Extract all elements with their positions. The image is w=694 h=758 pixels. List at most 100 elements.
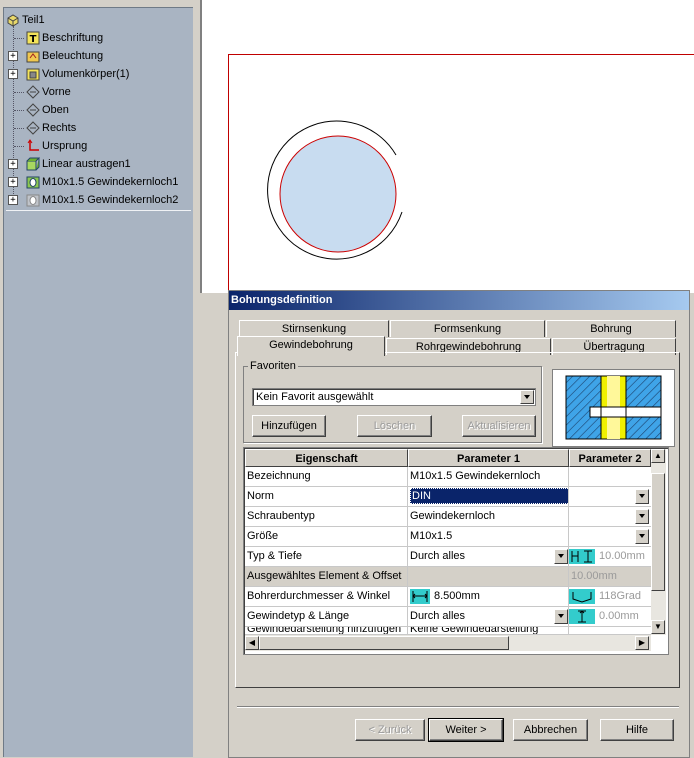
table-row[interactable]: Schraubentyp Gewindekernloch [245,507,651,527]
scroll-thumb[interactable] [651,473,665,591]
next-button[interactable]: Weiter > [428,718,504,742]
back-button[interactable]: < Zurück [355,719,425,741]
property-name: Bezeichnung [245,467,408,486]
graphics-area[interactable] [200,0,694,295]
depth-icon [569,549,595,564]
solid-body-icon [26,68,40,81]
chevron-down-icon[interactable] [635,489,649,504]
param2-value [569,467,651,486]
scroll-left-icon[interactable]: ◀ [245,636,259,650]
scroll-down-icon[interactable]: ▼ [651,620,665,634]
chevron-down-icon[interactable] [635,509,649,524]
thread-type-select[interactable]: Durch alles [408,607,569,626]
scroll-thumb[interactable] [259,636,509,650]
extrude-icon [26,157,40,171]
expand-icon[interactable]: + [8,69,18,79]
table-row[interactable]: Gewindetyp & Länge Durch alles 0.00mm [245,607,651,627]
expand-icon[interactable]: + [8,177,18,187]
cancel-button[interactable]: Abbrechen [513,719,588,741]
tapped-hole-section-image [565,375,662,440]
help-button[interactable]: Hilfe [600,719,674,741]
param1-value[interactable]: M10x1.5 Gewindekernloch [408,467,569,486]
drill-angle-value[interactable]: 118Grad [597,587,651,606]
svg-text:T: T [30,34,37,45]
table-row[interactable]: Größe M10x1.5 [245,527,651,547]
table-row[interactable]: Bohrerdurchmesser & Winkel 8.500mm 118Gr… [245,587,651,607]
property-name: Gewindedarstellung hinzufügen [245,627,408,634]
tree-item-label: Vorne [42,86,71,98]
expand-icon[interactable]: + [8,159,18,169]
end-condition-select[interactable]: Durch alles [408,547,569,566]
chevron-down-icon[interactable] [635,529,649,544]
property-name: Gewindetyp & Länge [245,607,408,626]
plane-icon [26,121,40,135]
feature-manager-tree: Teil1 T Beschriftung + Beleuchtung + Vol… [3,7,193,757]
plane-icon [26,85,40,99]
drill-diameter-icon [410,589,430,604]
horizontal-scrollbar[interactable]: ◀ ▶ [245,635,651,651]
column-header-param2: Parameter 2 [569,449,651,467]
offset-value: 10.00mm [569,567,651,586]
hole-definition-dialog: Bohrungsdefinition Stirnsenkung Formsenk… [228,290,690,758]
chevron-down-icon[interactable] [554,549,568,564]
standard-select[interactable]: DIN [408,487,569,506]
tab-counterbore[interactable]: Stirnsenkung [239,320,389,337]
depth-value[interactable]: 10.00mm [597,547,651,566]
drill-angle-icon [569,589,595,604]
property-name: Typ & Tiefe [245,547,408,566]
table-row[interactable]: Ausgewähltes Element & Offset 10.00mm [245,567,651,587]
favorites-group-label: Favoriten [248,360,298,372]
property-name: Ausgewähltes Element & Offset [245,567,408,586]
tree-item-label: Beschriftung [42,32,104,44]
expand-icon[interactable]: + [8,51,18,61]
chevron-down-icon[interactable] [554,609,568,624]
lighting-icon [26,51,40,63]
expand-icon[interactable]: + [8,195,18,205]
scroll-up-icon[interactable]: ▲ [651,449,665,463]
table-row[interactable]: Norm DIN [245,487,651,507]
tree-item-label: M10x1.5 Gewindekernloch2 [42,194,179,206]
button-separator [237,706,679,708]
part-icon [7,14,19,27]
hole-icon [26,194,40,207]
tree-item-label: Beleuchtung [42,50,104,62]
tree-item-label: Oben [42,104,69,116]
column-header-property: Eigenschaft [245,449,408,467]
scroll-right-icon[interactable]: ▶ [635,636,649,650]
tree-item-label: Volumenkörper(1) [42,68,130,80]
standard-select-value: DIN [410,488,568,504]
update-favorite-button[interactable]: Aktualisieren [462,415,536,437]
delete-favorite-button[interactable]: Löschen [357,415,432,437]
hole-preview-sketch [267,120,403,260]
tree-item-label: Linear austragen1 [42,158,131,170]
tree-separator [6,210,191,211]
hole-preview-image [552,369,675,447]
add-favorite-button[interactable]: Hinzufügen [252,415,326,437]
size-select[interactable]: M10x1.5 [408,527,569,546]
dialog-title: Bohrungsdefinition [229,291,689,310]
origin-icon [27,139,39,151]
tree-item-label: Ursprung [42,140,88,152]
table-row[interactable]: Typ & Tiefe Durch alles 10.00mm [245,547,651,567]
favorites-select-value: Kein Favorit ausgewählt [256,391,374,403]
chevron-down-icon[interactable] [520,390,534,404]
thread-length-value[interactable]: 0.00mm [597,607,651,626]
hole-icon [26,176,40,189]
property-name: Bohrerdurchmesser & Winkel [245,587,408,606]
annotation-icon: T [26,31,40,45]
param1-value[interactable]: Keine Gewindedarstellung [408,627,569,634]
tree-item-label: Teil1 [22,14,45,26]
drill-diameter-value[interactable]: 8.500mm [432,587,569,606]
tab-tapped-hole[interactable]: Gewindebohrung [237,336,385,356]
tab-panel: Favoriten Kein Favorit ausgewählt Hinzuf… [235,352,680,688]
table-row[interactable]: Gewindedarstellung hinzufügen Keine Gewi… [245,627,651,635]
tab-hole[interactable]: Bohrung [546,320,676,337]
property-name: Norm [245,487,408,506]
thread-length-icon [569,609,595,624]
tab-countersink[interactable]: Formsenkung [390,320,545,337]
favorites-select[interactable]: Kein Favorit ausgewählt [252,388,536,406]
table-row[interactable]: Bezeichnung M10x1.5 Gewindekernloch [245,467,651,487]
property-grid: Eigenschaft Parameter 1 Parameter 2 Beze… [243,447,669,655]
vertical-scrollbar[interactable]: ▲ ▼ [651,449,666,635]
screw-type-select[interactable]: Gewindekernloch [408,507,569,526]
